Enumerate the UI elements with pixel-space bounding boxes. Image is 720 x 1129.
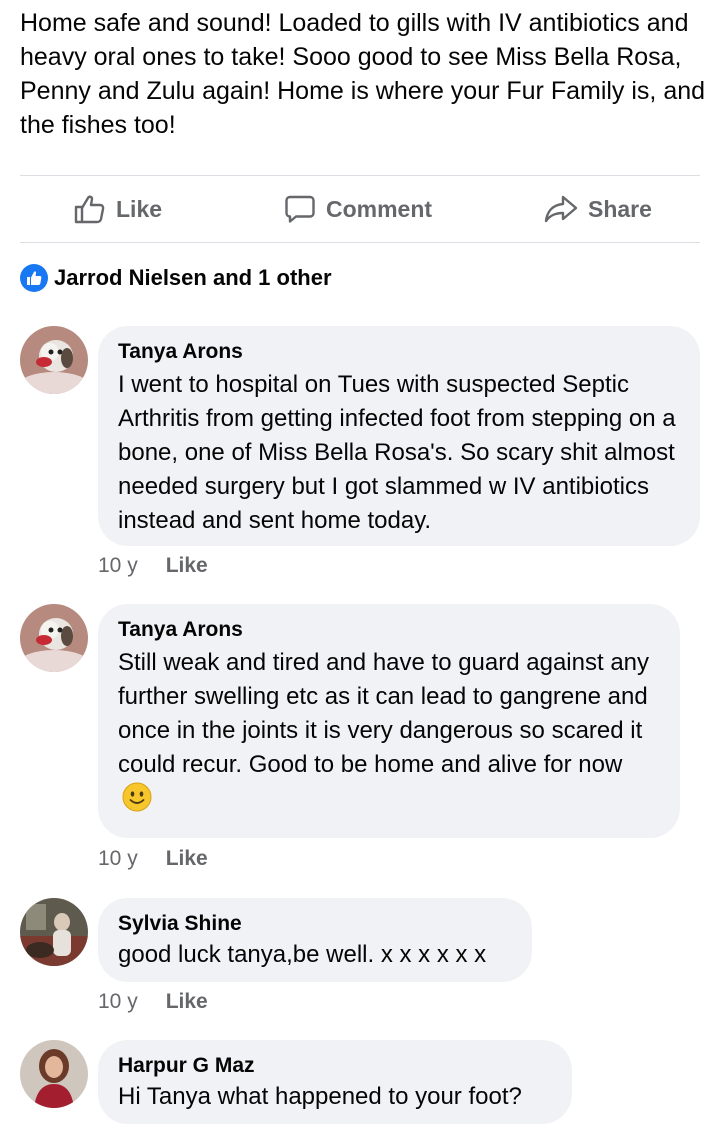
share-button-label: Share (588, 195, 652, 222)
comment-bubble: Tanya Arons I went to hospital on Tues w… (98, 326, 700, 546)
thumbs-up-icon (74, 195, 105, 224)
comment-bubble: Tanya Arons Still weak and tired and hav… (98, 604, 680, 838)
divider-bottom (20, 242, 700, 243)
avatar[interactable] (20, 604, 88, 672)
post-text: Home safe and sound! Loaded to gills wit… (20, 9, 706, 139)
comment-author[interactable]: Tanya Arons (118, 616, 660, 644)
avatar[interactable] (20, 898, 88, 966)
comment-button-label: Comment (326, 195, 433, 222)
comment-like-link[interactable]: Like (166, 990, 208, 1014)
comment-icon (285, 195, 315, 223)
comment-timestamp[interactable]: 10 y (98, 554, 138, 578)
comment-text: Still weak and tired and have to guard a… (118, 649, 650, 778)
like-button[interactable]: Like (74, 176, 162, 242)
comment-bubble: Sylvia Shine good luck tanya,be well. x … (98, 898, 532, 982)
avatar[interactable] (20, 326, 88, 394)
comment-text: I went to hospital on Tues with suspecte… (118, 371, 676, 534)
comment-text: Hi Tanya what happened to your foot? (118, 1083, 522, 1110)
share-arrow-icon (544, 195, 578, 223)
comment-author[interactable]: Harpur G Maz (118, 1052, 552, 1080)
share-button[interactable]: Share (544, 176, 652, 242)
avatar[interactable] (20, 1040, 88, 1108)
comment-like-link[interactable]: Like (166, 847, 208, 871)
reactions-summary[interactable]: Jarrod Nielsen and 1 other (20, 262, 332, 294)
comment-author[interactable]: Tanya Arons (118, 338, 680, 366)
comment-timestamp[interactable]: 10 y (98, 847, 138, 871)
post-action-bar: Like Comment Share (20, 176, 700, 242)
comment-author[interactable]: Sylvia Shine (118, 910, 512, 938)
smiling-face-emoji-icon (122, 782, 152, 812)
comment-meta: 10 y Like (98, 990, 208, 1014)
comment-text: good luck tanya,be well. x x x x x x (118, 941, 487, 968)
comment-button[interactable]: Comment (284, 176, 432, 242)
like-reaction-icon (20, 264, 48, 292)
comment-timestamp[interactable]: 10 y (98, 990, 138, 1014)
comment-meta: 10 y Like (98, 847, 208, 871)
like-button-label: Like (116, 195, 163, 222)
comment-like-link[interactable]: Like (166, 554, 208, 578)
comment-bubble: Harpur G Maz Hi Tanya what happened to y… (98, 1040, 572, 1124)
comment-meta: 10 y Like (98, 554, 208, 578)
reactions-summary-text: Jarrod Nielsen and 1 other (54, 265, 332, 290)
